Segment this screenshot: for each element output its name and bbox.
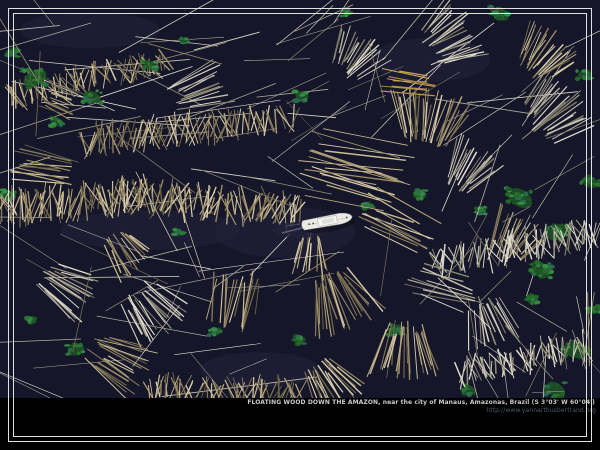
caption-bar: FLOATING WOOD DOWN THE AMAZON, near the … [0,398,600,450]
photo-credit-url: http://www.yannarthusbertrand.org [486,407,596,414]
aerial-photo [0,0,600,450]
wallpaper: FLOATING WOOD DOWN THE AMAZON, near the … [0,0,600,450]
photo-caption: FLOATING WOOD DOWN THE AMAZON, near the … [247,399,595,406]
